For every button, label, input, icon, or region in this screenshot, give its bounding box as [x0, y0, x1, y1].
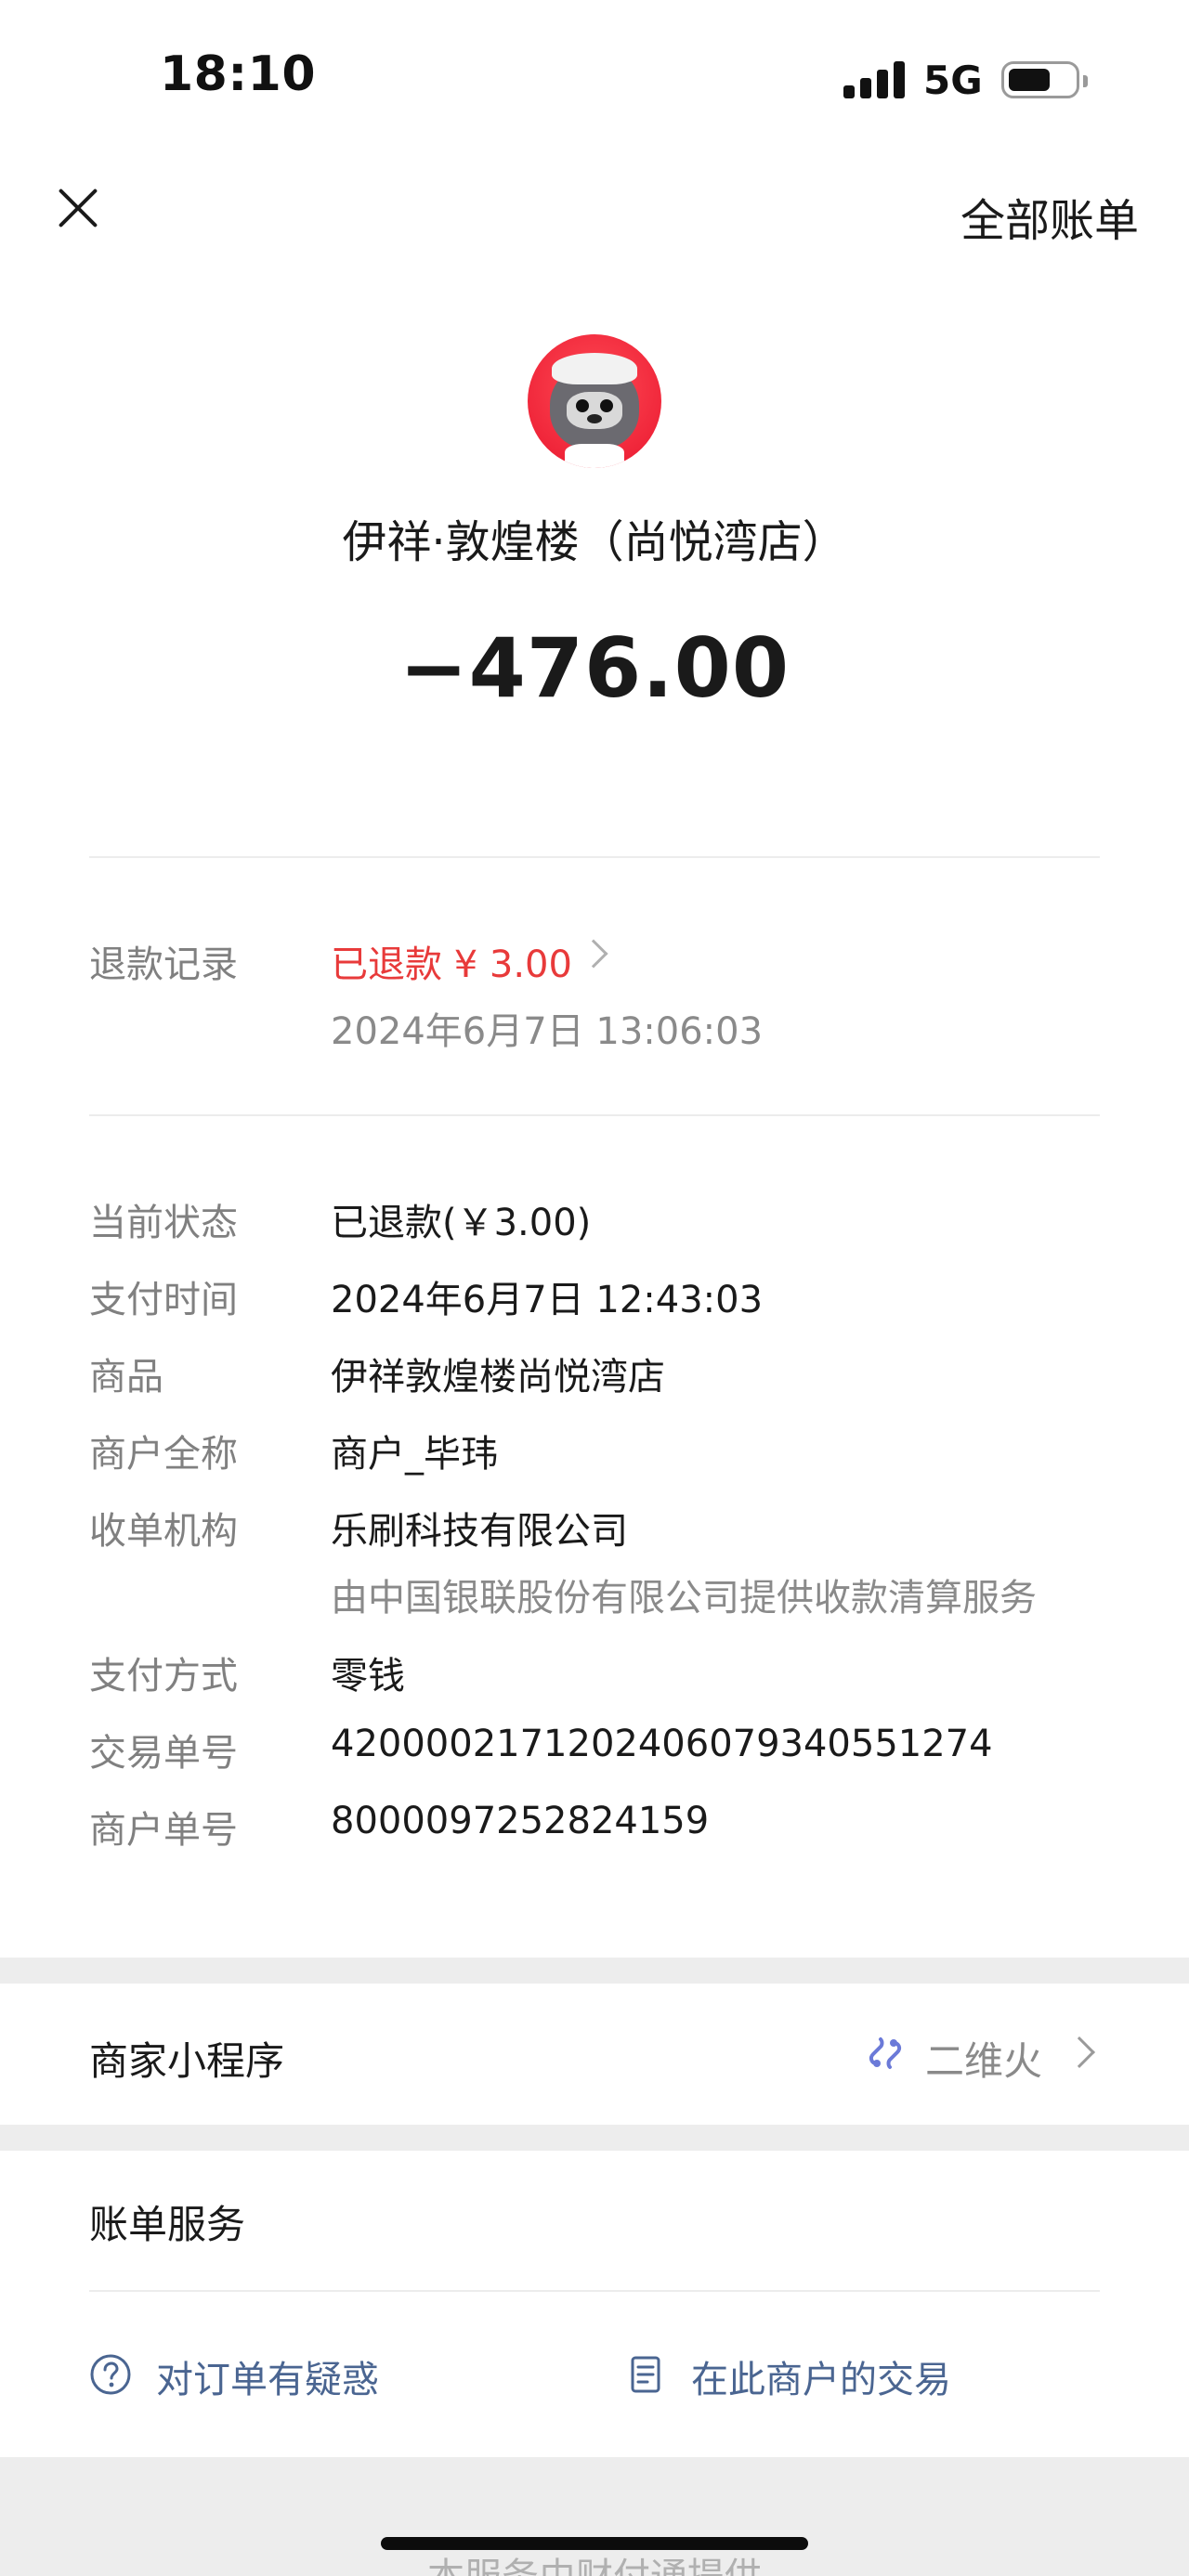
payment-amount: −476.00	[399, 620, 790, 716]
refund-status-link[interactable]: 已退款 ¥ 3.00	[331, 934, 572, 988]
detail-value-status: 已退款(￥3.00)	[331, 1202, 592, 1244]
detail-value-merchant-fullname: 商户_毕玮	[331, 1433, 498, 1476]
detail-value-acquirer: 乐刷科技有限公司	[331, 1510, 628, 1553]
detail-label-transaction-id: 交易单号	[89, 1732, 238, 1775]
merchant-name: 伊祥·敦煌楼（尚悦湾店）	[342, 516, 847, 568]
home-indicator[interactable]	[381, 2537, 808, 2550]
detail-label-merchant-fullname: 商户全称	[89, 1433, 238, 1476]
merchant-avatar	[528, 334, 661, 468]
refund-record-label: 退款记录	[89, 943, 238, 986]
order-question-button[interactable]: 对订单有疑惑	[156, 2349, 379, 2403]
detail-label-status: 当前状态	[89, 1202, 238, 1244]
chevron-right-icon[interactable]	[579, 939, 608, 969]
divider	[89, 2290, 1100, 2292]
section-separator	[0, 1958, 1189, 1984]
detail-label-pay-time: 支付时间	[89, 1279, 238, 1321]
detail-value-merchant-order-id: 8000097252824159	[331, 1800, 710, 1842]
detail-value-product: 伊祥敦煌楼尚悦湾店	[331, 1356, 665, 1399]
divider	[89, 1114, 1100, 1116]
detail-acquirer-note: 由中国银联股份有限公司提供收款清算服务	[331, 1577, 1037, 1620]
divider	[89, 856, 1100, 858]
bill-service-title: 账单服务	[89, 2202, 246, 2247]
status-bar: 18:10 5G	[0, 0, 1189, 158]
cellular-signal-icon	[843, 61, 905, 98]
detail-label-acquirer: 收单机构	[89, 1510, 238, 1553]
question-icon[interactable]	[89, 2353, 132, 2396]
battery-icon	[1001, 61, 1088, 98]
detail-value-pay-time: 2024年6月7日 12:43:03	[331, 1279, 764, 1321]
refund-time: 2024年6月7日 13:06:03	[331, 1010, 764, 1053]
footer-text: 本服务由财付通提供	[0, 2546, 1189, 2576]
mini-program-icon	[869, 2037, 902, 2069]
section-separator	[0, 2125, 1189, 2151]
close-icon[interactable]	[48, 178, 108, 238]
network-type: 5G	[923, 58, 983, 103]
mini-program-label: 商家小程序	[89, 2038, 285, 2084]
all-bills-button[interactable]: 全部账单	[960, 184, 1139, 249]
document-icon[interactable]	[624, 2353, 667, 2396]
detail-label-product: 商品	[89, 1356, 163, 1399]
mini-program-name[interactable]: 二维火	[925, 2030, 1042, 2087]
detail-value-pay-method: 零钱	[331, 1655, 405, 1698]
detail-value-transaction-id: 4200002171202406079340551274	[331, 1723, 993, 1765]
detail-label-pay-method: 支付方式	[89, 1655, 238, 1698]
status-time: 18:10	[160, 46, 317, 102]
detail-label-merchant-order-id: 商户单号	[89, 1809, 238, 1852]
merchant-transactions-button[interactable]: 在此商户的交易	[691, 2349, 951, 2403]
